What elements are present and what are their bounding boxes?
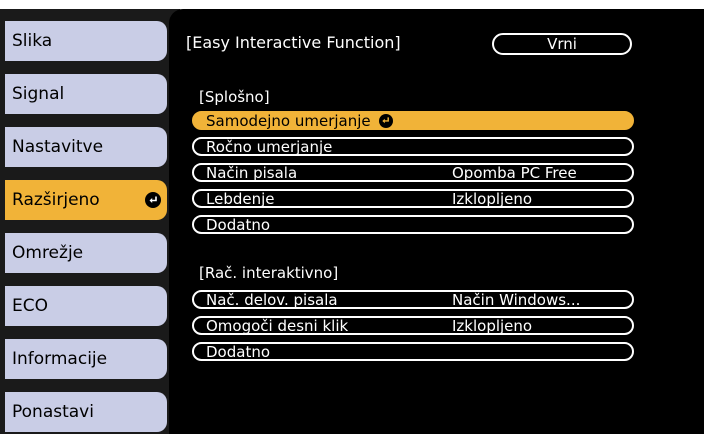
menu-row-pen-mode[interactable]: Način pisala Opomba PC Free xyxy=(192,163,634,182)
projector-menu: Slika Signal Nastavitve Razširjeno Omrež… xyxy=(0,0,704,434)
menu-row-manual-calibration[interactable]: Ročno umerjanje xyxy=(192,137,634,156)
row-label: Ročno umerjanje xyxy=(206,137,333,156)
sidebar-item-razsirjeno[interactable]: Razširjeno xyxy=(5,180,167,220)
sidebar-item-label: Signal xyxy=(12,84,65,104)
section-title-general: [Splošno] xyxy=(199,88,270,106)
sidebar-item-nastavitve[interactable]: Nastavitve xyxy=(5,127,167,167)
row-label: Nač. delov. pisala xyxy=(206,290,338,309)
row-label: Omogoči desni klik xyxy=(206,316,349,335)
menu-row-advanced-pc[interactable]: Dodatno xyxy=(192,342,634,361)
menu-row-enable-right-click[interactable]: Omogoči desni klik Izklopljeno xyxy=(192,316,634,335)
row-label: Dodatno xyxy=(206,342,271,361)
sidebar-item-informacije[interactable]: Informacije xyxy=(5,339,167,379)
sidebar-item-signal[interactable]: Signal xyxy=(5,74,167,114)
enter-icon xyxy=(378,113,393,128)
menu-row-auto-calibration[interactable]: Samodejno umerjanje xyxy=(192,111,634,130)
menu-row-pen-operation-mode[interactable]: Nač. delov. pisala Način Windows... xyxy=(192,290,634,309)
settings-panel: [Easy Interactive Function] Vrni [Splošn… xyxy=(169,9,704,434)
sidebar-item-omrezje[interactable]: Omrežje xyxy=(5,233,167,273)
sidebar: Slika Signal Nastavitve Razširjeno Omrež… xyxy=(0,9,180,434)
menu-row-advanced[interactable]: Dodatno xyxy=(192,215,634,234)
sidebar-item-label: Nastavitve xyxy=(12,137,104,157)
row-label: Dodatno xyxy=(206,215,271,234)
row-value: Opomba PC Free xyxy=(452,164,577,182)
sidebar-item-label: Slika xyxy=(12,31,53,51)
row-value: Način Windows... xyxy=(452,291,581,309)
section-title-pc-interactive: [Rač. interaktivno] xyxy=(199,264,339,282)
row-label: Lebdenje xyxy=(206,189,275,208)
row-value: Izklopljeno xyxy=(452,190,533,208)
sidebar-item-label: Razširjeno xyxy=(12,190,100,210)
sidebar-item-label: Omrežje xyxy=(12,243,84,263)
sidebar-item-label: Informacije xyxy=(12,349,108,369)
sidebar-item-label: Ponastavi xyxy=(12,402,94,422)
sidebar-item-ponastavi[interactable]: Ponastavi xyxy=(5,392,167,432)
enter-icon xyxy=(145,192,161,208)
panel-title: [Easy Interactive Function] xyxy=(186,33,401,52)
row-value: Izklopljeno xyxy=(452,317,533,335)
row-label: Način pisala xyxy=(206,163,298,182)
menu-row-hover[interactable]: Lebdenje Izklopljeno xyxy=(192,189,634,208)
back-button[interactable]: Vrni xyxy=(492,33,632,55)
row-label: Samodejno umerjanje xyxy=(206,111,371,130)
sidebar-item-label: ECO xyxy=(12,296,48,316)
sidebar-item-eco[interactable]: ECO xyxy=(5,286,167,326)
sidebar-item-slika[interactable]: Slika xyxy=(5,21,167,61)
